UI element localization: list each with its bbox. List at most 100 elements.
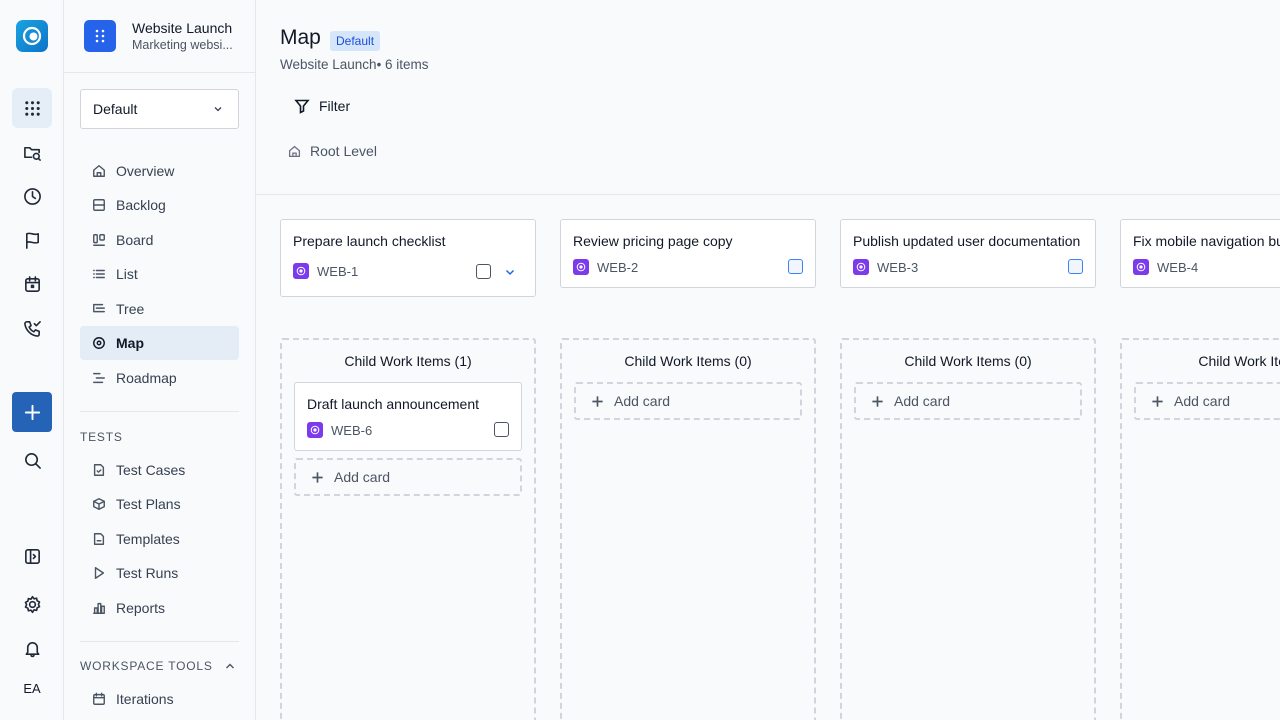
section-label-tests: TESTS: [80, 430, 123, 444]
nav-item-overview[interactable]: Overview: [80, 154, 239, 188]
chevron-up-icon[interactable]: [224, 660, 236, 672]
column-title: Child Work Items (1): [344, 353, 472, 369]
card-checkbox[interactable]: [494, 422, 509, 437]
nav-item-label: Test Plans: [116, 496, 181, 512]
plus-icon[interactable]: [12, 392, 52, 432]
list-icon: [93, 269, 105, 279]
breadcrumb-root: Root Level: [310, 143, 377, 159]
nav-item-label: Templates: [116, 531, 180, 547]
nav-item-test-plans[interactable]: Test Plans: [80, 487, 239, 521]
add-card-button[interactable]: Add card: [854, 382, 1082, 420]
filter-button[interactable]: Filter: [284, 93, 360, 119]
plus-icon: [872, 395, 883, 407]
project-header[interactable]: Website Launch Marketing websi...: [64, 0, 255, 73]
card-checkbox[interactable]: [1068, 259, 1083, 274]
chevron-down-icon: [214, 107, 222, 112]
column-title: Child Work Item: [1198, 353, 1280, 369]
home-icon: [93, 165, 105, 177]
breadcrumb[interactable]: Root Level: [288, 143, 377, 159]
plus-icon: [312, 471, 323, 483]
project-description: Marketing websi...: [132, 38, 233, 52]
card-id-text: WEB-1: [317, 263, 359, 279]
flag-icon[interactable]: [12, 220, 52, 260]
nav-item-list[interactable]: List: [80, 257, 239, 291]
user-avatar[interactable]: EA: [12, 676, 52, 700]
nav-item-map[interactable]: Map: [80, 326, 239, 360]
chevron-down-icon[interactable]: [503, 265, 517, 279]
card-checkbox[interactable]: [476, 264, 491, 279]
nav-item-label: Roadmap: [116, 370, 177, 386]
backlog-icon: [93, 199, 105, 211]
add-card-button[interactable]: Add card: [574, 382, 802, 420]
add-card-button[interactable]: Add card: [294, 458, 522, 496]
work-item-card[interactable]: Publish updated user documentation WEB-3: [840, 219, 1096, 288]
folder-search-icon[interactable]: [12, 132, 52, 172]
nav-item-reports[interactable]: Reports: [80, 591, 239, 625]
nav-item-label: List: [116, 266, 138, 282]
nav-item-test-cases[interactable]: Test Cases: [80, 453, 239, 487]
nav-item-board[interactable]: Board: [80, 223, 239, 257]
nav-item-label: Iterations: [116, 691, 174, 707]
grid-icon[interactable]: [12, 88, 52, 128]
sidebar-divider: [80, 411, 239, 412]
project-grid-icon: [84, 20, 116, 52]
card-id: WEB-3: [853, 259, 918, 275]
card-id: WEB-4: [1133, 259, 1198, 275]
page-header: Map Default Website Launch• 6 items Filt…: [256, 0, 1280, 195]
add-card-label: Add card: [614, 393, 671, 409]
child-work-item-card[interactable]: Draft launch announcement WEB-6: [294, 382, 522, 451]
card-id-text: WEB-2: [597, 259, 639, 275]
nav-item-tree[interactable]: Tree: [80, 292, 239, 326]
work-item-type-icon: [853, 259, 869, 275]
app-logo[interactable]: [16, 20, 48, 52]
bar-chart-icon: [93, 602, 105, 614]
search-icon[interactable]: [12, 440, 52, 480]
gear-icon[interactable]: [12, 584, 52, 624]
add-card-label: Add card: [894, 393, 951, 409]
add-card-button[interactable]: Add card: [1134, 382, 1280, 420]
child-column: Child Work Items (0) Add card: [840, 338, 1096, 720]
calendar-icon[interactable]: [12, 264, 52, 304]
project-sidebar: Website Launch Marketing websi... Defaul…: [64, 0, 256, 720]
work-item-card[interactable]: Review pricing page copy WEB-2: [560, 219, 816, 288]
sidebar-toggle-icon[interactable]: [12, 536, 52, 576]
file-icon: [93, 533, 105, 545]
page-subtitle: Website Launch• 6 items: [280, 57, 429, 72]
test-case-icon: [93, 464, 105, 476]
nav-item-label: Tree: [116, 301, 145, 317]
work-item-type-icon: [293, 263, 309, 279]
card-id-text: WEB-3: [877, 259, 919, 275]
nav-item-backlog[interactable]: Backlog: [80, 188, 239, 222]
column-title: Child Work Items (0): [624, 353, 752, 369]
nav-item-templates[interactable]: Templates: [80, 522, 239, 556]
card-id-text: WEB-4: [1157, 259, 1199, 275]
filter-icon: [294, 99, 310, 114]
nav-item-label: Test Runs: [116, 565, 179, 581]
nav-item-label: Reports: [116, 600, 166, 616]
nav-item-label: Overview: [116, 163, 175, 179]
card-id: WEB-1: [293, 263, 358, 279]
app-rail: EA: [0, 0, 64, 720]
play-icon: [94, 567, 105, 579]
nav-item-test-runs[interactable]: Test Runs: [80, 556, 239, 590]
card-id: WEB-6: [307, 422, 372, 438]
home-icon: [288, 145, 301, 157]
map-pin-icon: [93, 337, 105, 349]
nav-item-label: Test Cases: [116, 462, 186, 478]
card-checkbox[interactable]: [788, 259, 803, 274]
card-title: Publish updated user documentation: [853, 233, 1081, 249]
nav-item-roadmap[interactable]: Roadmap: [80, 361, 239, 395]
phone-check-icon[interactable]: [12, 308, 52, 348]
view-select[interactable]: Default: [80, 89, 239, 129]
nav-item-label: Backlog: [116, 197, 166, 213]
bell-icon[interactable]: [12, 628, 52, 668]
work-item-card[interactable]: Prepare launch checklist WEB-1: [280, 219, 536, 297]
clock-icon[interactable]: [12, 176, 52, 216]
nav-item-iterations[interactable]: Iterations: [80, 682, 239, 716]
card-id: WEB-2: [573, 259, 638, 275]
child-column: Child Work Item Add card: [1120, 338, 1280, 720]
card-id-text: WEB-6: [331, 422, 373, 438]
filter-label: Filter: [319, 98, 351, 114]
child-column: Child Work Items (0) Add card: [560, 338, 816, 720]
work-item-card[interactable]: Fix mobile navigation bu WEB-4: [1120, 219, 1280, 288]
